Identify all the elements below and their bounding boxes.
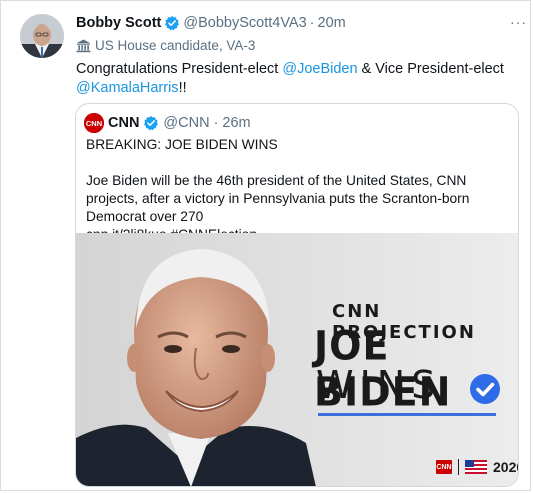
quoted-timestamp[interactable]: 26m (222, 115, 250, 131)
election-year: 2020 (493, 459, 518, 475)
cnn-small-logo: CNN (436, 460, 452, 474)
separator-dot: · (309, 15, 315, 31)
more-options-icon[interactable]: ··· (510, 14, 527, 30)
author-name[interactable]: Bobby Scott (76, 15, 161, 31)
tweet[interactable]: Bobby Scott @BobbyScott4VA3 · 20m ··· US… (0, 0, 533, 493)
cnn-logo-icon: CNN (84, 113, 104, 133)
tweet-text-prefix: Congratulations President-elect (76, 61, 283, 77)
tweet-text-mid: & Vice President-elect (357, 61, 504, 77)
cnn-avatar[interactable]: CNN (84, 113, 104, 133)
quoted-headline: BREAKING: JOE BIDEN WINS (86, 137, 278, 152)
quoted-author-handle[interactable]: @CNN (163, 115, 209, 131)
quoted-tweet[interactable]: CNN CNN @CNN · 26m BREAKING: JOE BIDEN W… (75, 103, 519, 487)
government-building-icon (76, 39, 91, 52)
tweet-text: Congratulations President-elect @JoeBide… (76, 60, 516, 98)
quoted-tweet-header: CNN CNN @CNN · 26m (84, 113, 251, 133)
tweet-text-suffix: !! (178, 80, 187, 96)
candidate-label-text: US House candidate, VA-3 (95, 38, 256, 53)
projection-result: WINS (316, 363, 442, 407)
verified-badge-icon (165, 16, 180, 31)
cnn-logo-text: CNN (86, 119, 102, 128)
tweet-media-image[interactable]: CNN PROJECTION JOE BIDEN WINS CNN 202 (76, 233, 518, 486)
candidate-label: US House candidate, VA-3 (76, 38, 255, 53)
tweet-header: Bobby Scott @BobbyScott4VA3 · 20m (76, 15, 346, 31)
verified-badge-icon (144, 116, 159, 131)
checkmark-circle-icon (470, 374, 500, 404)
brand-footer: CNN 2020 (436, 459, 518, 475)
separator-dot: · (213, 115, 219, 131)
brand-divider (458, 459, 459, 475)
us-flag-icon (465, 460, 487, 474)
author-handle[interactable]: @BobbyScott4VA3 (183, 15, 306, 31)
quoted-author-name[interactable]: CNN (108, 115, 139, 131)
accent-underline (318, 413, 496, 416)
mention-kamalaharris[interactable]: @KamalaHarris (76, 80, 179, 96)
timestamp[interactable]: 20m (318, 15, 346, 31)
mention-joebiden[interactable]: @JoeBiden (282, 61, 357, 77)
quoted-tweet-text: BREAKING: JOE BIDEN WINS Joe Biden will … (86, 136, 516, 244)
avatar-photo (20, 14, 64, 58)
quoted-body: Joe Biden will be the 46th president of … (86, 173, 470, 224)
avatar[interactable] (20, 14, 64, 58)
